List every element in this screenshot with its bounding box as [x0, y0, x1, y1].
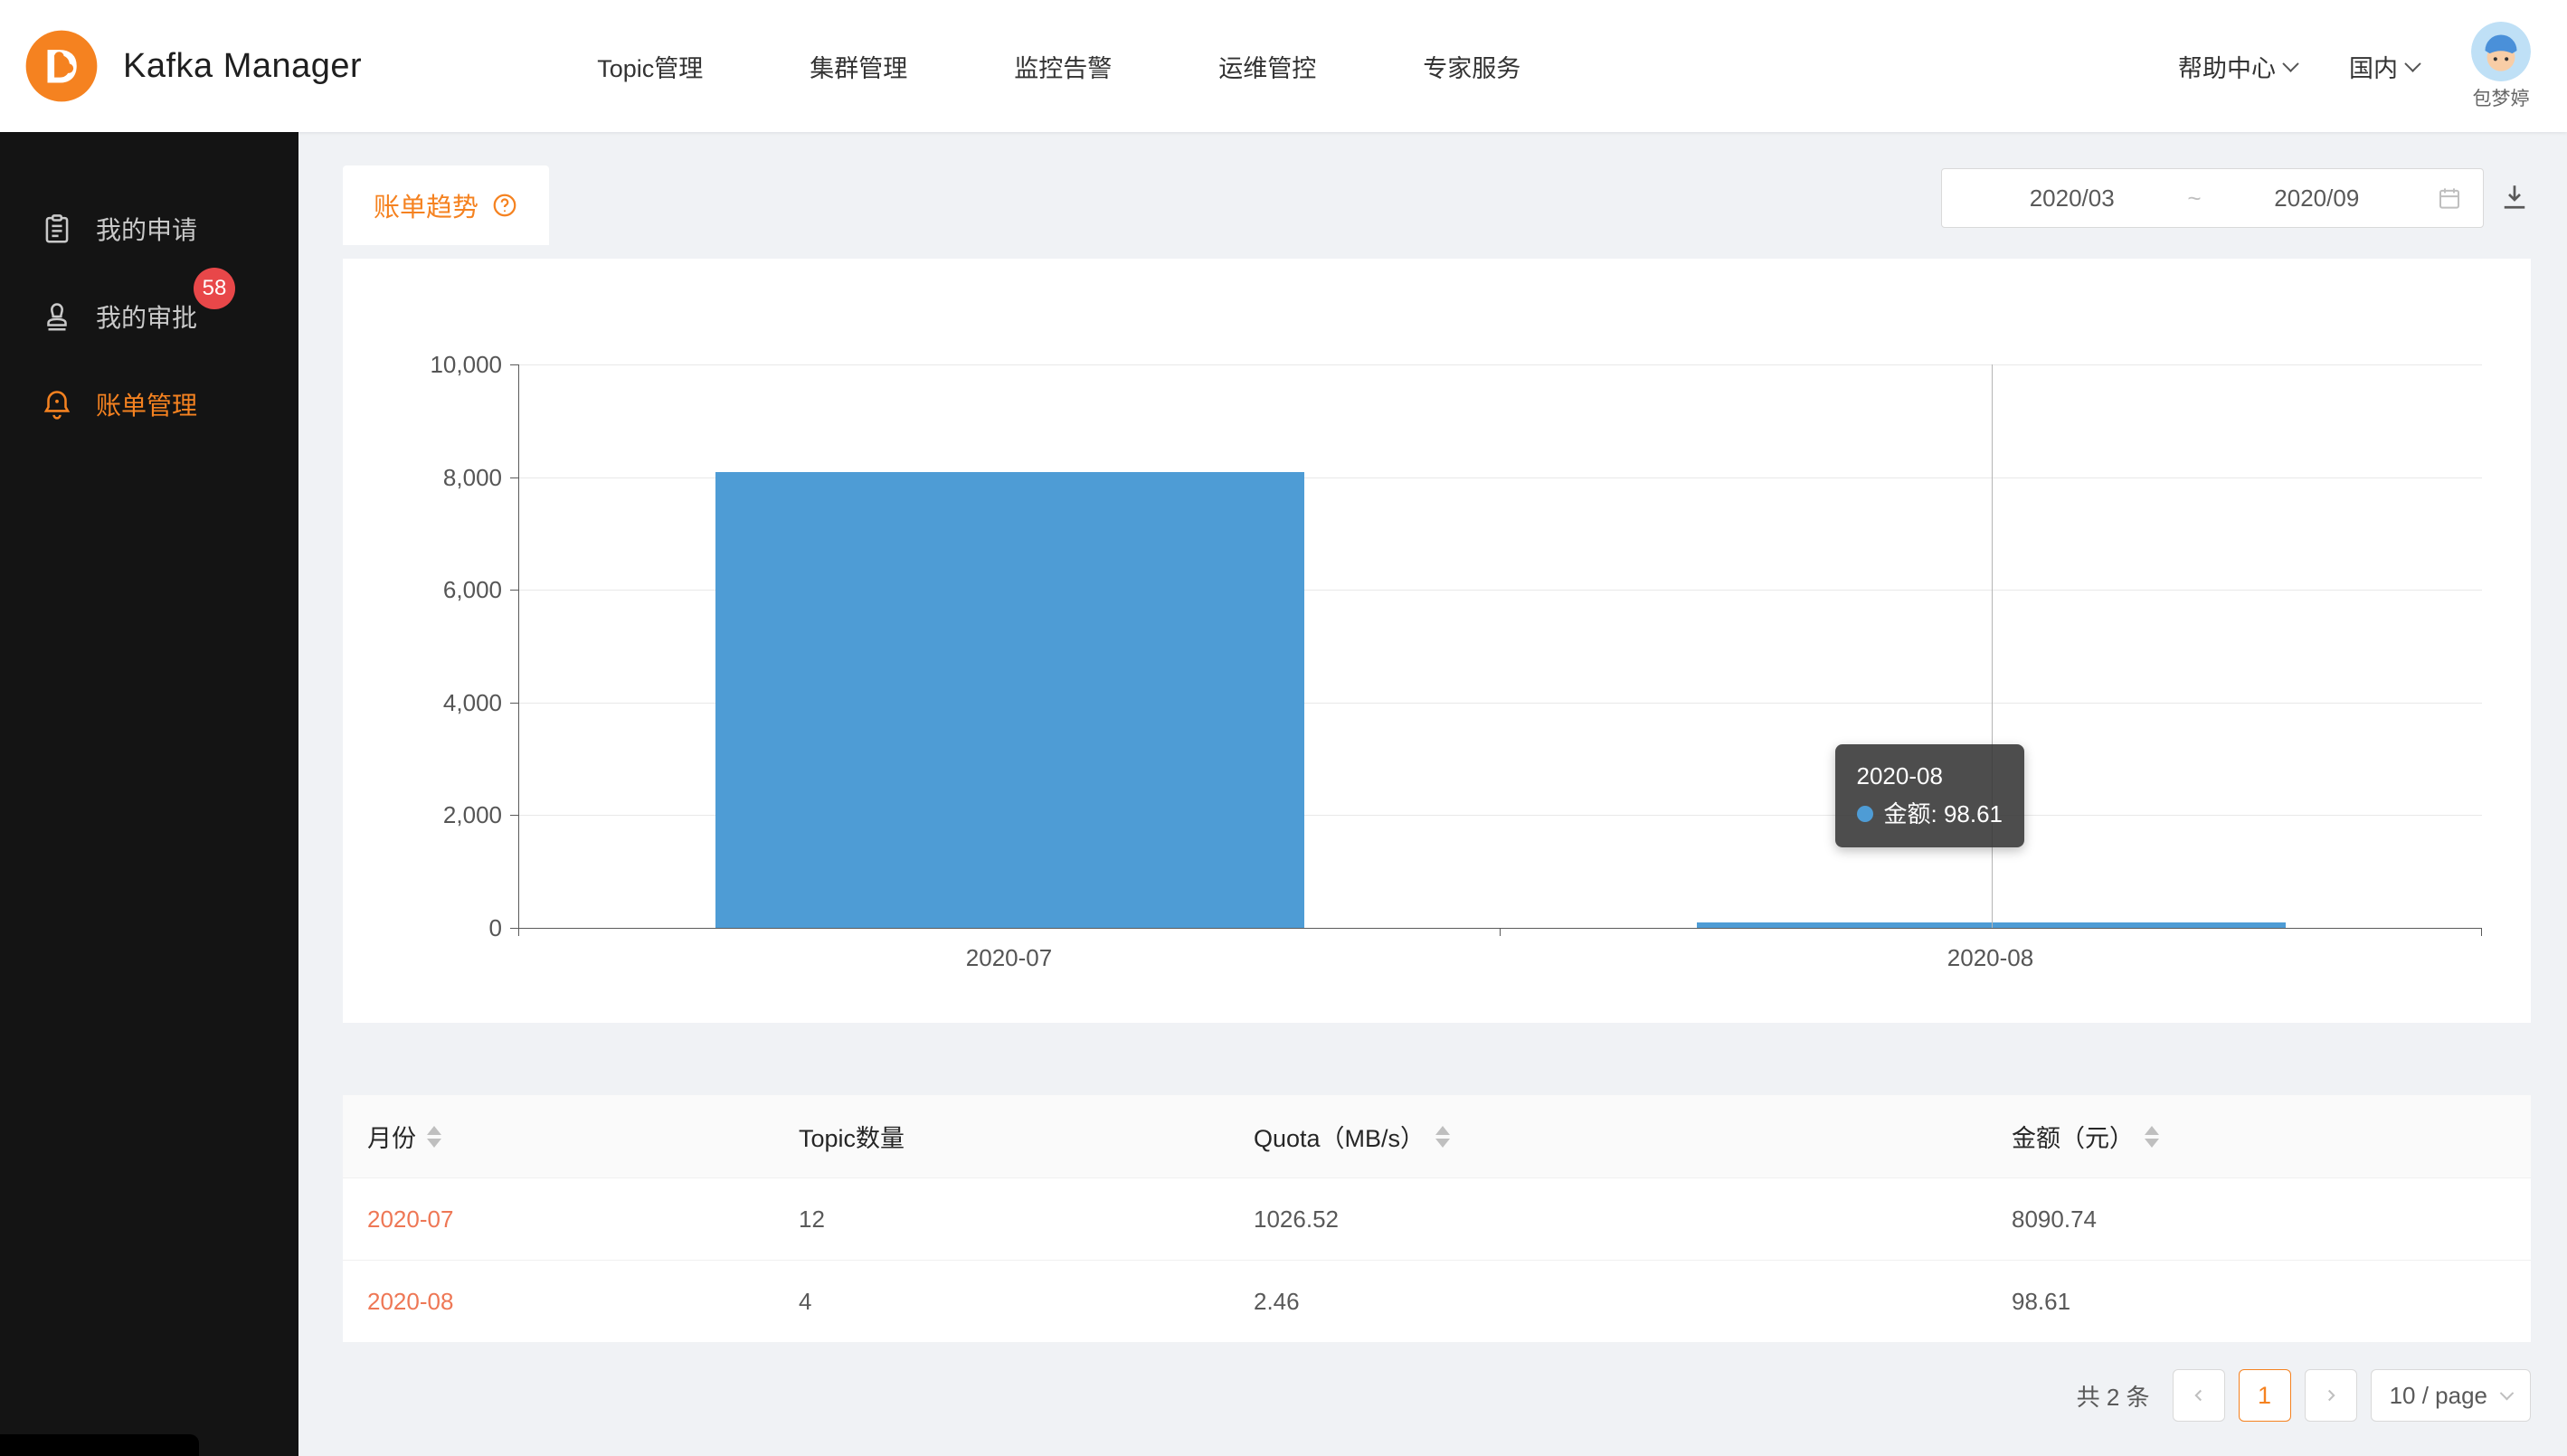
clipboard-icon [40, 212, 74, 246]
region-label: 国内 [2349, 49, 2398, 84]
y-axis-label: 0 [343, 913, 502, 942]
brand-logo-icon[interactable]: D [24, 28, 99, 104]
y-axis-tick [510, 815, 518, 816]
sort-icon[interactable] [2145, 1126, 2159, 1148]
sidebar-item-my-applications[interactable]: 我的申请 [0, 184, 298, 272]
date-range-end[interactable]: 2020/09 [2207, 184, 2427, 213]
next-page-button[interactable] [2305, 1369, 2357, 1422]
column-header-amount[interactable]: 金额（元） [2012, 1119, 2531, 1154]
sidebar-item-label: 我的申请 [96, 211, 197, 247]
column-header-topics: Topic数量 [799, 1119, 1254, 1154]
y-axis-tick [510, 703, 518, 704]
bill-table: 月份 Topic数量 Quota（MB/s） 金额（元） 2020-07 12 [343, 1095, 2531, 1342]
page-button-1[interactable]: 1 [2239, 1369, 2291, 1422]
username: 包梦婷 [2473, 84, 2530, 111]
svg-text:D: D [44, 40, 79, 93]
question-circle-icon[interactable] [491, 192, 518, 219]
page-size-select[interactable]: 10 / page [2371, 1369, 2531, 1422]
pagination: 共 2 条 1 10 / page [343, 1369, 2531, 1422]
calendar-icon [2436, 184, 2463, 212]
table-header-row: 月份 Topic数量 Quota（MB/s） 金额（元） [343, 1095, 2531, 1177]
month-link[interactable]: 2020-08 [367, 1288, 799, 1316]
amount-cell: 98.61 [2012, 1288, 2531, 1316]
table-row: 2020-08 4 2.46 98.61 [343, 1260, 2531, 1342]
top-nav: Topic管理 集群管理 监控告警 运维管控 专家服务 [597, 49, 1520, 84]
prev-page-button[interactable] [2173, 1369, 2225, 1422]
tooltip-title: 2020-08 [1857, 757, 2003, 795]
topics-cell: 4 [799, 1288, 1254, 1316]
chevron-down-icon [2282, 55, 2298, 71]
month-link[interactable]: 2020-07 [367, 1205, 799, 1234]
chart-bar[interactable] [715, 472, 1304, 928]
chart-card: 2020-08 金额: 98.61 0 2,000 4,000 6,000 8,000 1… [343, 259, 2531, 1023]
date-range-start[interactable]: 2020/03 [1962, 184, 2182, 213]
x-axis-label: 2020-07 [910, 944, 1109, 972]
x-axis-tick [518, 928, 519, 936]
quota-cell: 2.46 [1254, 1288, 2012, 1316]
sort-icon[interactable] [1435, 1126, 1450, 1148]
sidebar-item-label: 我的审批 [96, 298, 197, 335]
grid-line [519, 364, 2482, 365]
chevron-right-icon [2321, 1385, 2341, 1405]
y-axis-label: 4,000 [343, 688, 502, 717]
approvals-count-badge: 58 [194, 268, 235, 309]
series-dot-icon [1857, 806, 1873, 822]
bell-icon [40, 387, 74, 421]
sidebar-item-bill-management[interactable]: 账单管理 [0, 360, 298, 448]
avatar [2471, 22, 2531, 81]
sort-icon[interactable] [427, 1126, 441, 1148]
column-header-quota[interactable]: Quota（MB/s） [1254, 1119, 2012, 1154]
y-axis-label: 8,000 [343, 463, 502, 492]
y-axis-tick [510, 477, 518, 478]
chart-tooltip: 2020-08 金额: 98.61 [1835, 744, 2025, 847]
user-menu[interactable]: 包梦婷 [2471, 22, 2531, 111]
layout: 我的申请 我的审批 58 账单管理 账单趋势 [0, 132, 2567, 1456]
sidebar-item-my-approvals[interactable]: 我的审批 58 [0, 272, 298, 360]
tooltip-value: 金额: 98.61 [1884, 795, 2003, 833]
download-icon[interactable] [2498, 181, 2531, 213]
top-header: D Kafka Manager Topic管理 集群管理 监控告警 运维管控 专… [0, 0, 2567, 132]
app-title: Kafka Manager [123, 47, 362, 86]
toolbar-row: 账单趋势 2020/03 ~ 2020/09 [343, 165, 2531, 245]
page-size-value: 10 / page [2390, 1382, 2487, 1410]
x-axis-tick [1500, 928, 1501, 936]
y-axis-tick [510, 364, 518, 365]
y-axis-label: 2,000 [343, 800, 502, 829]
total-count: 共 2 条 [2077, 1379, 2150, 1413]
stamp-icon [40, 299, 74, 334]
region-selector[interactable]: 国内 [2349, 49, 2419, 84]
help-center-link[interactable]: 帮助中心 [2178, 49, 2297, 84]
table-row: 2020-07 12 1026.52 8090.74 [343, 1177, 2531, 1260]
nav-item-cluster[interactable]: 集群管理 [810, 49, 907, 84]
y-axis-label: 10,000 [343, 350, 502, 379]
nav-item-expert[interactable]: 专家服务 [1423, 49, 1520, 84]
chevron-down-icon [2404, 55, 2420, 71]
nav-item-topic[interactable]: Topic管理 [597, 49, 703, 84]
column-header-month[interactable]: 月份 [367, 1119, 799, 1154]
header-right: 帮助中心 国内 包梦婷 [2178, 22, 2531, 111]
date-range-picker[interactable]: 2020/03 ~ 2020/09 [1941, 168, 2484, 228]
quota-cell: 1026.52 [1254, 1205, 2012, 1234]
nav-item-ops[interactable]: 运维管控 [1218, 49, 1316, 84]
nav-item-monitor[interactable]: 监控告警 [1014, 49, 1112, 84]
sidebar: 我的申请 我的审批 58 账单管理 [0, 132, 298, 1456]
y-axis-tick [510, 928, 518, 929]
main-content: 账单趋势 2020/03 ~ 2020/09 [298, 132, 2567, 1456]
date-range-separator: ~ [2182, 184, 2206, 213]
sidebar-item-label: 账单管理 [96, 386, 197, 422]
tab-bill-trend[interactable]: 账单趋势 [343, 165, 549, 245]
x-axis-tick [2481, 928, 2482, 936]
y-axis-tick [510, 590, 518, 591]
sidebar-collapse-handle[interactable] [0, 1434, 199, 1456]
bar-chart-plot: 2020-08 金额: 98.61 [518, 364, 2482, 929]
amount-cell: 8090.74 [2012, 1205, 2531, 1234]
tab-label: 账单趋势 [374, 186, 478, 224]
chevron-down-icon [2500, 1385, 2515, 1400]
x-axis-label: 2020-08 [1891, 944, 2090, 972]
chevron-left-icon [2189, 1385, 2209, 1405]
help-center-label: 帮助中心 [2178, 49, 2276, 84]
topics-cell: 12 [799, 1205, 1254, 1234]
y-axis-label: 6,000 [343, 575, 502, 604]
